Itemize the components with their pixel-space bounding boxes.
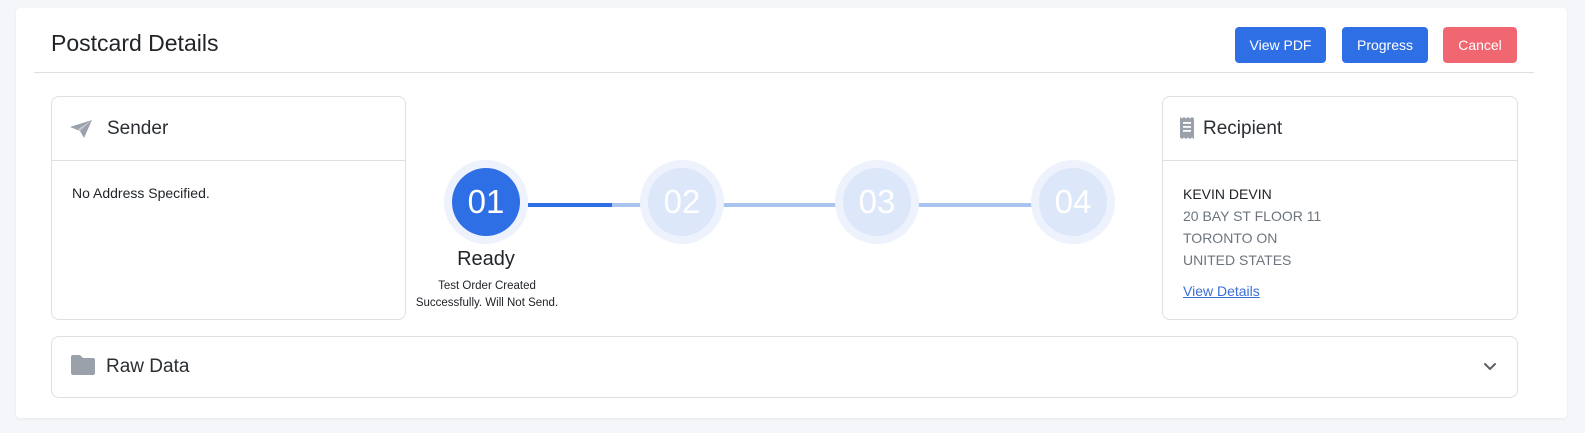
view-details-link[interactable]: View Details	[1183, 280, 1321, 302]
step-1: 01	[444, 160, 528, 244]
progress-button[interactable]: Progress	[1342, 27, 1428, 63]
step-connector	[721, 203, 846, 207]
card-header: Postcard Details View PDF Progress Cance…	[34, 8, 1534, 73]
step-number: 04	[1039, 168, 1107, 236]
step-number: 02	[648, 168, 716, 236]
sender-panel: Sender No Address Specified.	[51, 96, 406, 320]
step-connector-progress	[528, 203, 612, 207]
postcard-details-card: Postcard Details View PDF Progress Cance…	[16, 8, 1567, 418]
address-line: 20 BAY ST FLOOR 11	[1183, 208, 1322, 224]
recipient-title: Recipient	[1203, 118, 1283, 139]
step-2: 02	[640, 160, 724, 244]
address-line: UNITED STATES	[1183, 252, 1292, 268]
step-connector	[612, 203, 650, 207]
address-line: TORONTO ON	[1183, 230, 1278, 246]
current-step-description: Test Order Created Successfully. Will No…	[415, 280, 559, 309]
step-3: 03	[835, 160, 919, 244]
paper-plane-icon	[69, 119, 93, 144]
step-connector	[916, 203, 1041, 207]
sender-title: Sender	[107, 118, 169, 139]
sender-panel-header: Sender	[52, 97, 405, 161]
view-pdf-button[interactable]: View PDF	[1235, 27, 1326, 63]
cancel-button[interactable]: Cancel	[1443, 27, 1517, 63]
folder-icon	[70, 354, 96, 381]
recipient-name: KEVIN DEVIN	[1183, 186, 1272, 202]
current-step-label: Ready	[457, 248, 515, 270]
sender-address: No Address Specified.	[72, 185, 210, 201]
page-title: Postcard Details	[51, 30, 219, 56]
recipient-panel: Recipient KEVIN DEVIN 20 BAY ST FLOOR 11…	[1162, 96, 1518, 320]
chevron-down-icon[interactable]	[1483, 359, 1497, 377]
step-number: 03	[843, 168, 911, 236]
step-number: 01	[452, 168, 520, 236]
recipient-address: KEVIN DEVIN 20 BAY ST FLOOR 11 TORONTO O…	[1183, 183, 1321, 302]
raw-data-title: Raw Data	[106, 356, 190, 377]
raw-data-panel[interactable]: Raw Data	[51, 336, 1518, 398]
recipient-panel-header: Recipient	[1163, 97, 1517, 161]
step-4: 04	[1031, 160, 1115, 244]
receipt-icon	[1179, 116, 1195, 145]
